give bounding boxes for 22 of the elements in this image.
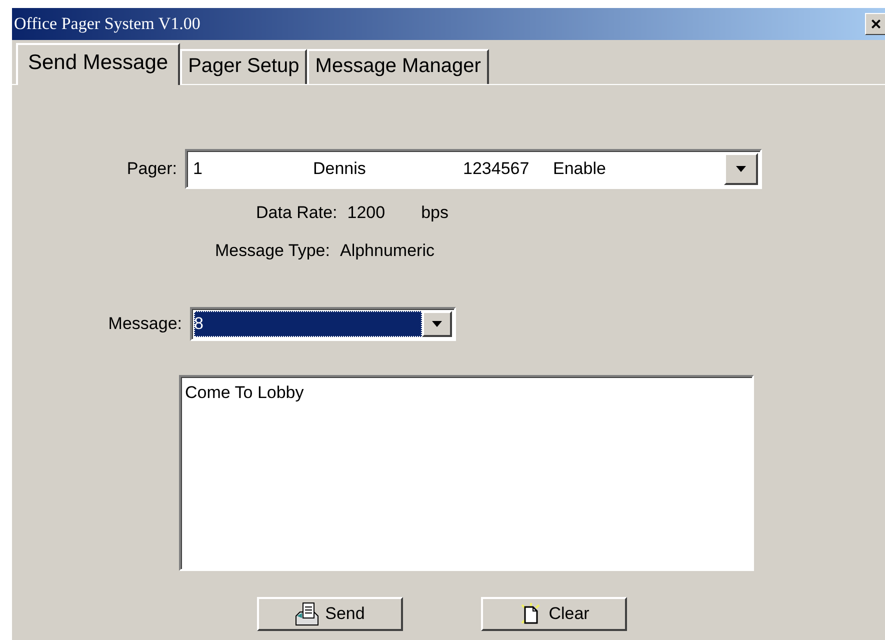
clear-button[interactable]: Clear (481, 597, 627, 631)
data-rate-unit: bps (421, 203, 449, 223)
tab[interactable]: Send Message (16, 43, 180, 85)
message-type-label: Message Type: (215, 241, 330, 261)
dropdown-button[interactable] (724, 153, 758, 185)
document-envelope-icon (295, 602, 320, 626)
message-label: Message: (107, 314, 183, 334)
message-dropdown[interactable]: 8 (190, 307, 456, 341)
close-button[interactable]: × (865, 13, 885, 35)
send-button[interactable]: Send (257, 597, 403, 631)
pager-label: Pager: (126, 159, 178, 179)
message-text-area[interactable]: Come To Lobby (179, 375, 754, 571)
tab[interactable]: Message Manager (307, 49, 489, 84)
window-title: Office Pager System V1.00 (14, 14, 200, 34)
message-type-value: Alphnumeric (340, 241, 434, 261)
dropdown-button[interactable] (422, 311, 452, 337)
tab[interactable]: Pager Setup (180, 49, 308, 84)
dropdown-arrow-icon (432, 321, 442, 327)
pager-dropdown[interactable]: 1 Dennis 1234567 Enable (185, 149, 762, 189)
data-rate-label: Data Rate: (256, 203, 338, 223)
dropdown-arrow-icon (736, 166, 746, 172)
data-rate-value: 1200 (347, 203, 386, 223)
